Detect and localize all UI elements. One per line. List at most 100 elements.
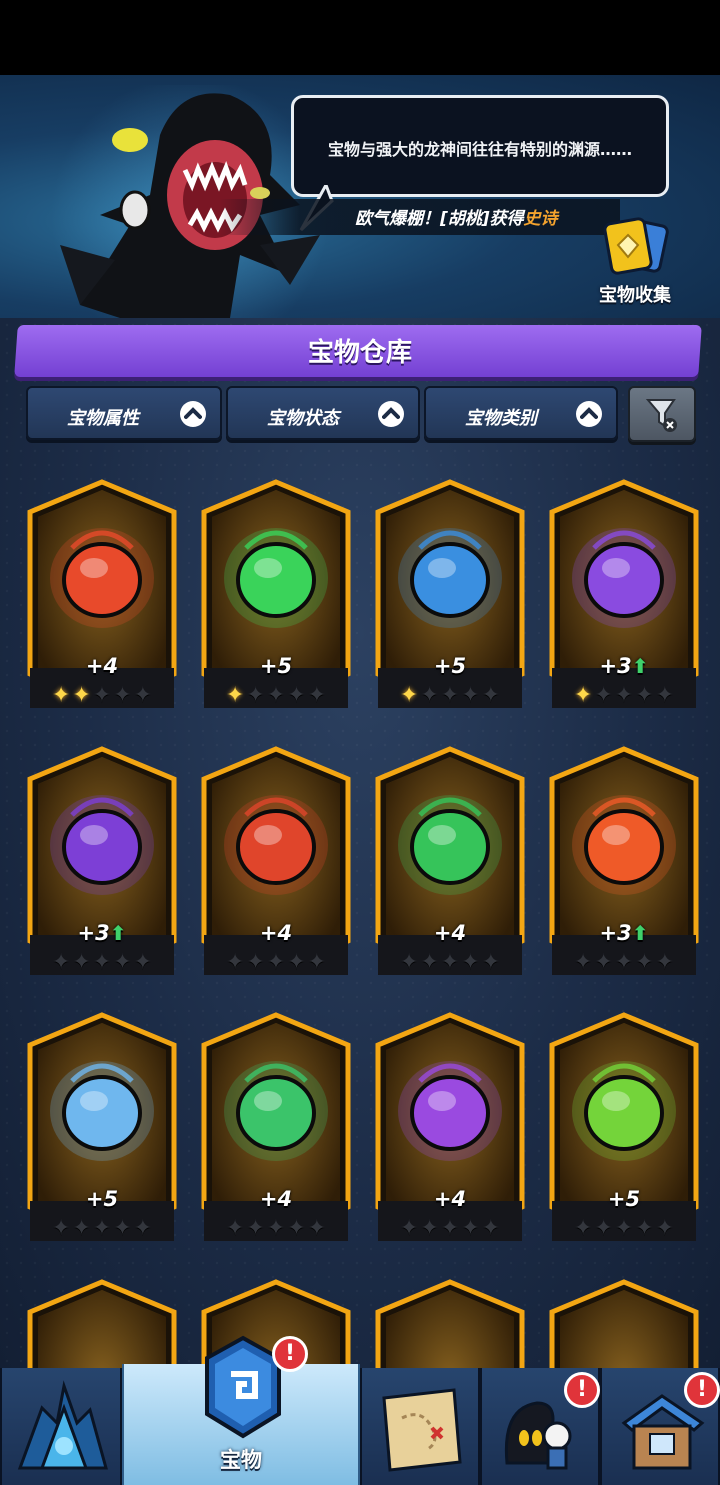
- star-icon: ✦: [246, 950, 265, 975]
- treasure-card[interactable]: +5 ✦ ✦ ✦ ✦ ✦: [196, 478, 356, 718]
- nav-item-label: 宝物: [220, 1448, 262, 1472]
- treasure-level: +4: [196, 1187, 356, 1211]
- star-icon: ✦: [307, 683, 327, 708]
- treasure-level: +4: [196, 921, 356, 945]
- star-icon: ✦: [420, 950, 439, 975]
- star-icon: ✦: [307, 1216, 327, 1241]
- flaming-collar-icon: [50, 528, 154, 628]
- treasure-card[interactable]: +4 ✦ ✦ ✦ ✦ ✦: [22, 478, 182, 718]
- star-icon: ✦: [614, 1216, 634, 1241]
- treasure-card[interactable]: +3⬆ ✦ ✦ ✦ ✦ ✦: [544, 745, 704, 985]
- star-icon: ✦: [461, 950, 480, 975]
- treasure-card[interactable]: +5 ✦ ✦ ✦ ✦ ✦: [370, 478, 530, 718]
- star-icon: ✦: [246, 683, 265, 708]
- filter-category-dropdown[interactable]: 宝物类别: [424, 386, 618, 440]
- chevron-up-icon: [180, 401, 206, 427]
- filter-label: 宝物状态: [267, 408, 339, 429]
- treasure-card[interactable]: +4 ✦ ✦ ✦ ✦ ✦: [370, 745, 530, 985]
- star-icon: ✦: [655, 683, 675, 708]
- star-icon: ✦: [594, 950, 613, 975]
- star-rating: ✦ ✦ ✦ ✦ ✦: [376, 945, 524, 981]
- star-icon: ✦: [113, 1216, 132, 1241]
- nav-item-home[interactable]: [0, 1368, 122, 1485]
- star-icon: ✦: [287, 950, 306, 975]
- star-icon: ✦: [461, 1216, 480, 1241]
- star-rating: ✦ ✦ ✦ ✦ ✦: [28, 945, 176, 981]
- leaf-crown-icon: [572, 1061, 676, 1161]
- treasure-level: +3⬆: [544, 654, 704, 678]
- upgrade-arrow-icon: ⬆: [109, 921, 127, 945]
- level-value: +5: [259, 654, 293, 678]
- level-value: +5: [433, 654, 467, 678]
- level-value: +4: [259, 921, 293, 945]
- chevron-up-icon: [378, 401, 404, 427]
- star-icon: ✦: [635, 1216, 654, 1241]
- star-icon: ✦: [461, 683, 480, 708]
- nav-item-heroes[interactable]: !: [480, 1368, 600, 1485]
- star-icon: ✦: [51, 683, 71, 708]
- star-rating: ✦ ✦ ✦ ✦ ✦: [376, 1211, 524, 1247]
- star-icon: ✦: [635, 950, 654, 975]
- star-icon: ✦: [440, 1216, 460, 1241]
- crystal-peak-icon: [17, 1380, 108, 1470]
- level-value: +4: [433, 921, 467, 945]
- nav-item-treasure[interactable]: ! 宝物: [122, 1335, 360, 1485]
- star-icon: ✦: [133, 683, 153, 708]
- heroes-alert-badge: !: [564, 1372, 600, 1408]
- star-icon: ✦: [655, 950, 675, 975]
- star-icon: ✦: [72, 683, 91, 708]
- treasure-card[interactable]: +3⬆ ✦ ✦ ✦ ✦ ✦: [22, 745, 182, 985]
- treasure-level: +3⬆: [22, 921, 182, 945]
- nav-item-shop[interactable]: !: [600, 1368, 720, 1485]
- star-icon: ✦: [594, 683, 613, 708]
- treasure-collection-button[interactable]: 宝物收集: [590, 215, 680, 310]
- star-icon: ✦: [440, 950, 460, 975]
- treasure-card[interactable]: +4 ✦ ✦ ✦ ✦ ✦: [370, 1011, 530, 1251]
- star-rating: ✦ ✦ ✦ ✦ ✦: [28, 1211, 176, 1247]
- speech-bubble: 宝物与强大的龙神间往往有特别的渊源……: [291, 95, 669, 197]
- filter-attribute-dropdown[interactable]: 宝物属性: [26, 386, 222, 440]
- green-wing-icon: [398, 795, 502, 895]
- ice-dragon-icon: [50, 1061, 154, 1161]
- star-icon: ✦: [225, 950, 245, 975]
- shop-alert-badge: !: [684, 1372, 720, 1408]
- filter-clear-icon: [645, 399, 677, 432]
- star-icon: ✦: [287, 683, 306, 708]
- star-icon: ✦: [92, 950, 112, 975]
- star-icon: ✦: [266, 950, 286, 975]
- star-icon: ✦: [481, 683, 501, 708]
- treasure-collection-label: 宝物收集: [599, 285, 671, 306]
- treasure-level: +5: [544, 1187, 704, 1211]
- level-value: +4: [259, 1187, 293, 1211]
- upgrade-arrow-icon: ⬆: [631, 921, 649, 945]
- star-icon: ✦: [420, 683, 439, 708]
- star-icon: ✦: [113, 683, 132, 708]
- star-rating: ✦ ✦ ✦ ✦ ✦: [202, 678, 350, 714]
- treasure-card[interactable]: +3⬆ ✦ ✦ ✦ ✦ ✦: [544, 478, 704, 718]
- treasure-card[interactable]: +5 ✦ ✦ ✦ ✦ ✦: [22, 1011, 182, 1251]
- star-icon: ✦: [266, 1216, 286, 1241]
- level-value: +4: [85, 654, 119, 678]
- star-icon: ✦: [51, 1216, 71, 1241]
- plaque-icon: [398, 528, 502, 628]
- treasure-card[interactable]: +5 ✦ ✦ ✦ ✦ ✦: [544, 1011, 704, 1251]
- speech-text: 宝物与强大的龙神间往往有特别的渊源……: [327, 140, 632, 159]
- filter-label: 宝物属性: [67, 408, 139, 429]
- filter-status-dropdown[interactable]: 宝物状态: [226, 386, 420, 440]
- star-icon: ✦: [614, 683, 634, 708]
- treasure-card[interactable]: +4 ✦ ✦ ✦ ✦ ✦: [196, 1011, 356, 1251]
- star-icon: ✦: [399, 1216, 419, 1241]
- level-value: +3: [77, 921, 110, 945]
- star-rating: ✦ ✦ ✦ ✦ ✦: [28, 678, 176, 714]
- treasure-alert-badge: !: [272, 1336, 308, 1372]
- flame-claw-icon: [572, 795, 676, 895]
- star-icon: ✦: [573, 950, 593, 975]
- treasure-level: +5: [370, 654, 530, 678]
- clear-filter-button[interactable]: [628, 386, 696, 442]
- banner: 宝物与强大的龙神间往往有特别的渊源…… 欧气爆棚！[胡桃]获得史诗 宝物收集: [0, 75, 720, 318]
- star-icon: ✦: [307, 950, 327, 975]
- fire-seal-icon: [224, 795, 328, 895]
- star-rating: ✦ ✦ ✦ ✦ ✦: [550, 678, 698, 714]
- nav-item-map[interactable]: [360, 1368, 480, 1485]
- treasure-card[interactable]: +4 ✦ ✦ ✦ ✦ ✦: [196, 745, 356, 985]
